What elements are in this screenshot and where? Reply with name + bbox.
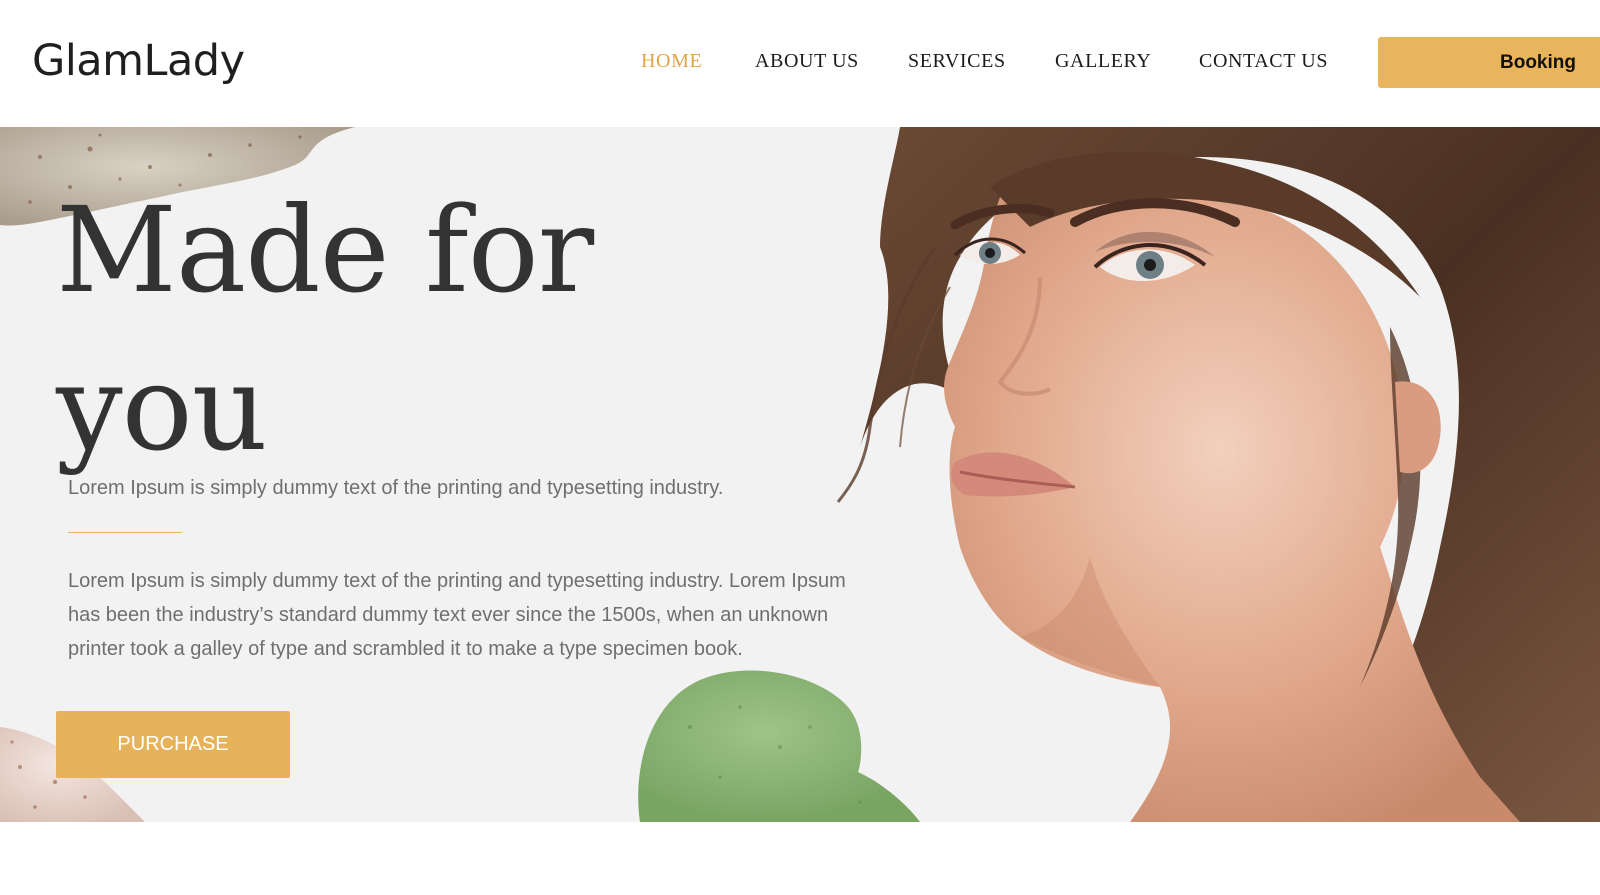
hero-divider <box>68 532 182 533</box>
hero-tagline: Lorem Ipsum is simply dummy text of the … <box>68 477 724 499</box>
nav-contact-us[interactable]: CONTACT US <box>1199 50 1328 73</box>
hero-headline: Made for you <box>56 171 594 487</box>
nav-gallery[interactable]: GALLERY <box>1055 50 1151 73</box>
site-header: GlamLady HOME ABOUT US SERVICES GALLERY … <box>0 0 1600 127</box>
nav-home[interactable]: HOME <box>641 50 702 73</box>
hero-body-text: Lorem Ipsum is simply dummy text of the … <box>68 570 846 660</box>
purchase-button[interactable]: PURCHASE <box>56 711 290 778</box>
hero-section: Made for you Lorem Ipsum is simply dummy… <box>0 127 1600 822</box>
nav-services[interactable]: SERVICES <box>908 50 1006 73</box>
woman-portrait <box>836 127 1600 822</box>
site-logo[interactable]: GlamLady <box>32 36 245 86</box>
nav-about-us[interactable]: ABOUT US <box>755 50 859 73</box>
booking-button[interactable]: Booking <box>1378 37 1600 88</box>
hero-headline-line-2: you <box>56 339 268 477</box>
hero-headline-line-1: Made for <box>56 181 594 319</box>
